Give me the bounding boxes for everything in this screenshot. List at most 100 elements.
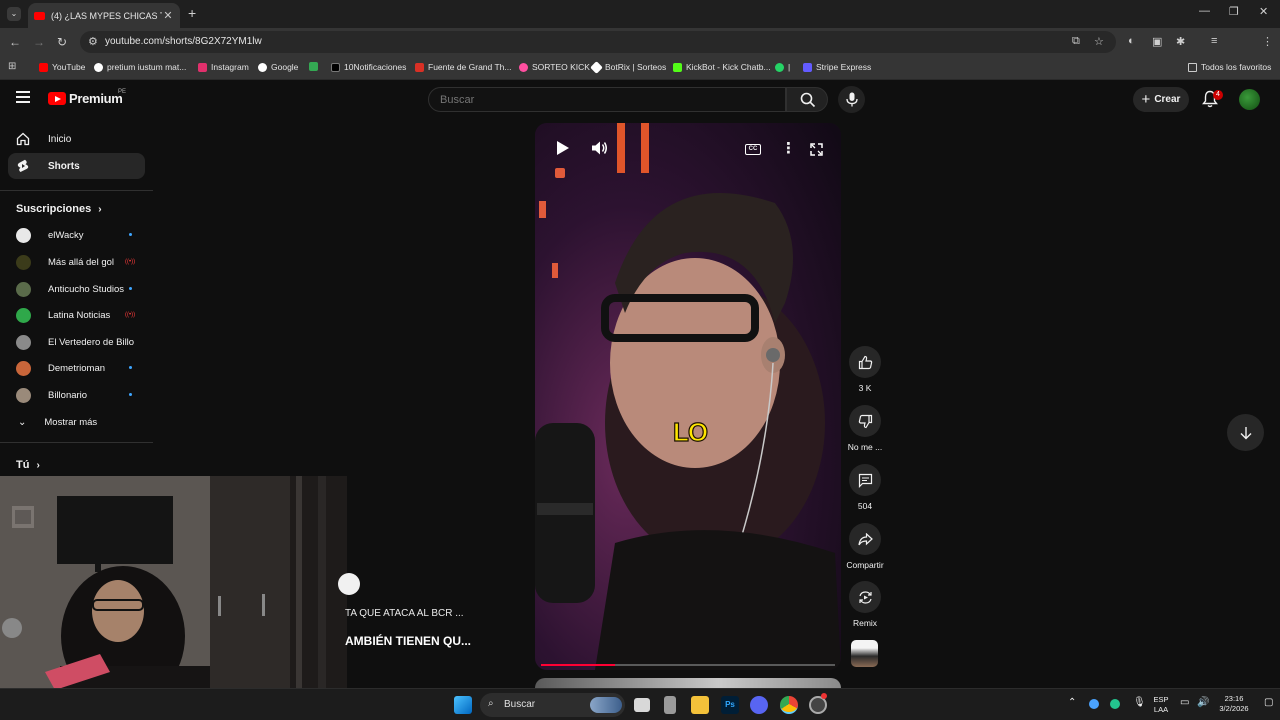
channel-subscribe-bubble[interactable] [338,573,360,595]
shorts-video-player[interactable]: CC ⋮ LO [535,123,841,670]
next-short-preview[interactable] [535,678,841,688]
browser-tab-active[interactable]: (4) ¿LAS MYPES CHICAS TAMBIÉN TIENEN QUE… [28,3,180,28]
closed-captions-icon[interactable]: CC [745,144,761,155]
subscription-elwacky[interactable]: elWacky [8,223,145,247]
subscription-el-vertedero-de-billo[interactable]: El Vertedero de Billo [8,330,145,354]
menu-kebab-icon[interactable]: ⋮ [1262,35,1273,48]
bookmark-x-notifications[interactable]: 10Notificaciones [331,62,406,72]
bookmark-whatsapp[interactable]: | [775,62,790,72]
chrome-icon[interactable] [780,696,798,714]
install-app-icon[interactable]: ⧉ [1072,35,1080,48]
you-header[interactable]: Tú › [16,459,40,471]
bookmark-google[interactable]: Google [258,62,298,72]
bookmark-youtube[interactable]: YouTube [39,62,85,72]
subscriptions-header[interactable]: Suscripciones › [16,203,102,215]
tray-app-icon[interactable] [1110,699,1120,709]
tab-title: (4) ¿LAS MYPES CHICAS TAMBIÉN TIENEN QUE… [51,10,162,21]
extensions-puzzle-icon[interactable]: ✱ [1176,35,1185,48]
search-button[interactable] [786,87,828,112]
close-tab-icon[interactable]: ✕ [162,9,174,22]
extension-icon[interactable]: ◐ [1128,35,1135,47]
dislike-action[interactable]: No me ... [842,405,888,452]
forward-icon[interactable]: → [33,35,45,49]
bookmark-pretium[interactable]: pretium iustum mat... [94,62,186,72]
channel-avatar [16,281,31,297]
remix-button[interactable] [849,581,881,613]
bookmark-grand-theft[interactable]: Fuente de Grand Th... [415,62,511,72]
bookmark-star-icon[interactable]: ☆ [1094,35,1104,48]
address-bar[interactable]: ⚙ youtube.com/shorts/8G2X72YM1lw ⧉ ☆ [80,31,1116,53]
bookmark-unnamed[interactable] [309,62,322,71]
site-info-icon[interactable]: ⚙ [88,35,98,48]
remix-action[interactable]: Remix [842,581,888,628]
next-short-button[interactable] [1227,414,1264,451]
fullscreen-icon[interactable] [810,143,823,156]
taskbar-search[interactable]: ⌕ Buscar [480,693,625,717]
create-button[interactable]: + Crear [1133,87,1189,112]
comments-button[interactable] [849,464,881,496]
like-action[interactable]: 3 K [842,346,888,393]
subscription-anticucho-studios[interactable]: Anticucho Studios [8,277,145,301]
close-window-icon[interactable]: ✕ [1259,5,1268,18]
all-bookmarks-folder[interactable]: Todos los favoritos [1188,62,1271,72]
video-progress-bar[interactable] [541,664,835,666]
url-text[interactable]: youtube.com/shorts/8G2X72YM1lw [105,36,262,47]
youtube-premium-logo[interactable]: Premium PE [48,89,126,106]
back-icon[interactable]: ← [9,35,21,49]
stripe-icon [803,62,812,72]
app-icon[interactable] [664,696,676,714]
show-hidden-icons[interactable]: ⌃ [1068,698,1076,708]
network-icon[interactable]: ▭ [1180,698,1189,708]
microphone-icon[interactable]: 🎙 [1133,698,1146,708]
tab-search-icon[interactable]: ⌄ [7,7,21,21]
photoshop-icon[interactable]: Ps [721,696,739,714]
search-input[interactable] [440,94,770,106]
subscription-latina-noticias[interactable]: Latina Noticias ((•)) [8,303,145,327]
bookmark-stripe[interactable]: Stripe Express [803,62,871,72]
channel-thumbnail[interactable] [851,640,878,667]
bookmark-instagram[interactable]: Instagram [198,62,249,72]
short-title[interactable]: AMBIÉN TIENEN QU... [345,634,471,648]
restore-icon[interactable]: ❐ [1229,5,1239,18]
bookmark-botrix[interactable]: BotRix | Sorteos [590,60,666,74]
new-content-dot [129,287,132,290]
task-view-icon[interactable] [634,698,650,712]
input-language[interactable]: ESP LAA [1150,695,1172,715]
more-options-icon[interactable]: ⋮ [781,139,796,157]
bookmark-sorteo-kick[interactable]: SORTEO KICK [519,62,590,72]
notification-center-icon[interactable]: ▢ [1264,698,1273,708]
comments-action[interactable]: 504 [842,464,888,511]
sidebar-item-shorts[interactable]: Shorts [8,153,145,179]
play-icon[interactable] [556,140,570,156]
tray-app-icon[interactable] [1089,699,1099,709]
subscription-billonario[interactable]: Billonario [8,383,145,407]
new-tab-button[interactable]: + [188,5,196,21]
voice-search-button[interactable] [838,86,865,113]
media-control-icon[interactable]: ≡ [1211,35,1217,47]
extension2-icon[interactable]: ▣ [1152,35,1162,48]
hamburger-menu-icon[interactable] [16,91,30,103]
bookmark-kickbot[interactable]: KickBot - Kick Chatb... [673,62,771,72]
volume-icon[interactable]: 🔊 [1197,698,1209,708]
live-icon: ((•)) [125,259,136,265]
clock[interactable]: 23:16 3/2/2026 [1214,694,1254,714]
discord-icon[interactable] [750,696,768,714]
share-label: Compartir [846,560,884,570]
subscription-mas-alla-del-gol[interactable]: Más allá del gol ((•)) [8,250,145,274]
like-button[interactable] [849,346,881,378]
sidebar-item-inicio[interactable]: Inicio [8,126,145,152]
dislike-button[interactable] [849,405,881,437]
subscription-demetrioman[interactable]: Demetrioman [8,356,145,380]
whatsapp-icon [775,62,784,72]
reload-icon[interactable]: ↻ [57,35,67,49]
apps-grid-icon[interactable]: ⊞ [8,61,16,72]
show-more-button[interactable]: ⌄ Mostrar más [8,410,145,434]
account-avatar[interactable] [1239,89,1260,110]
share-button[interactable] [849,523,881,555]
minimize-icon[interactable]: — [1199,5,1210,17]
share-action[interactable]: Compartir [842,523,888,570]
volume-icon[interactable] [591,140,608,156]
file-explorer-icon[interactable] [691,696,709,714]
search-box[interactable] [428,87,786,112]
windows-start-icon[interactable] [454,696,472,714]
